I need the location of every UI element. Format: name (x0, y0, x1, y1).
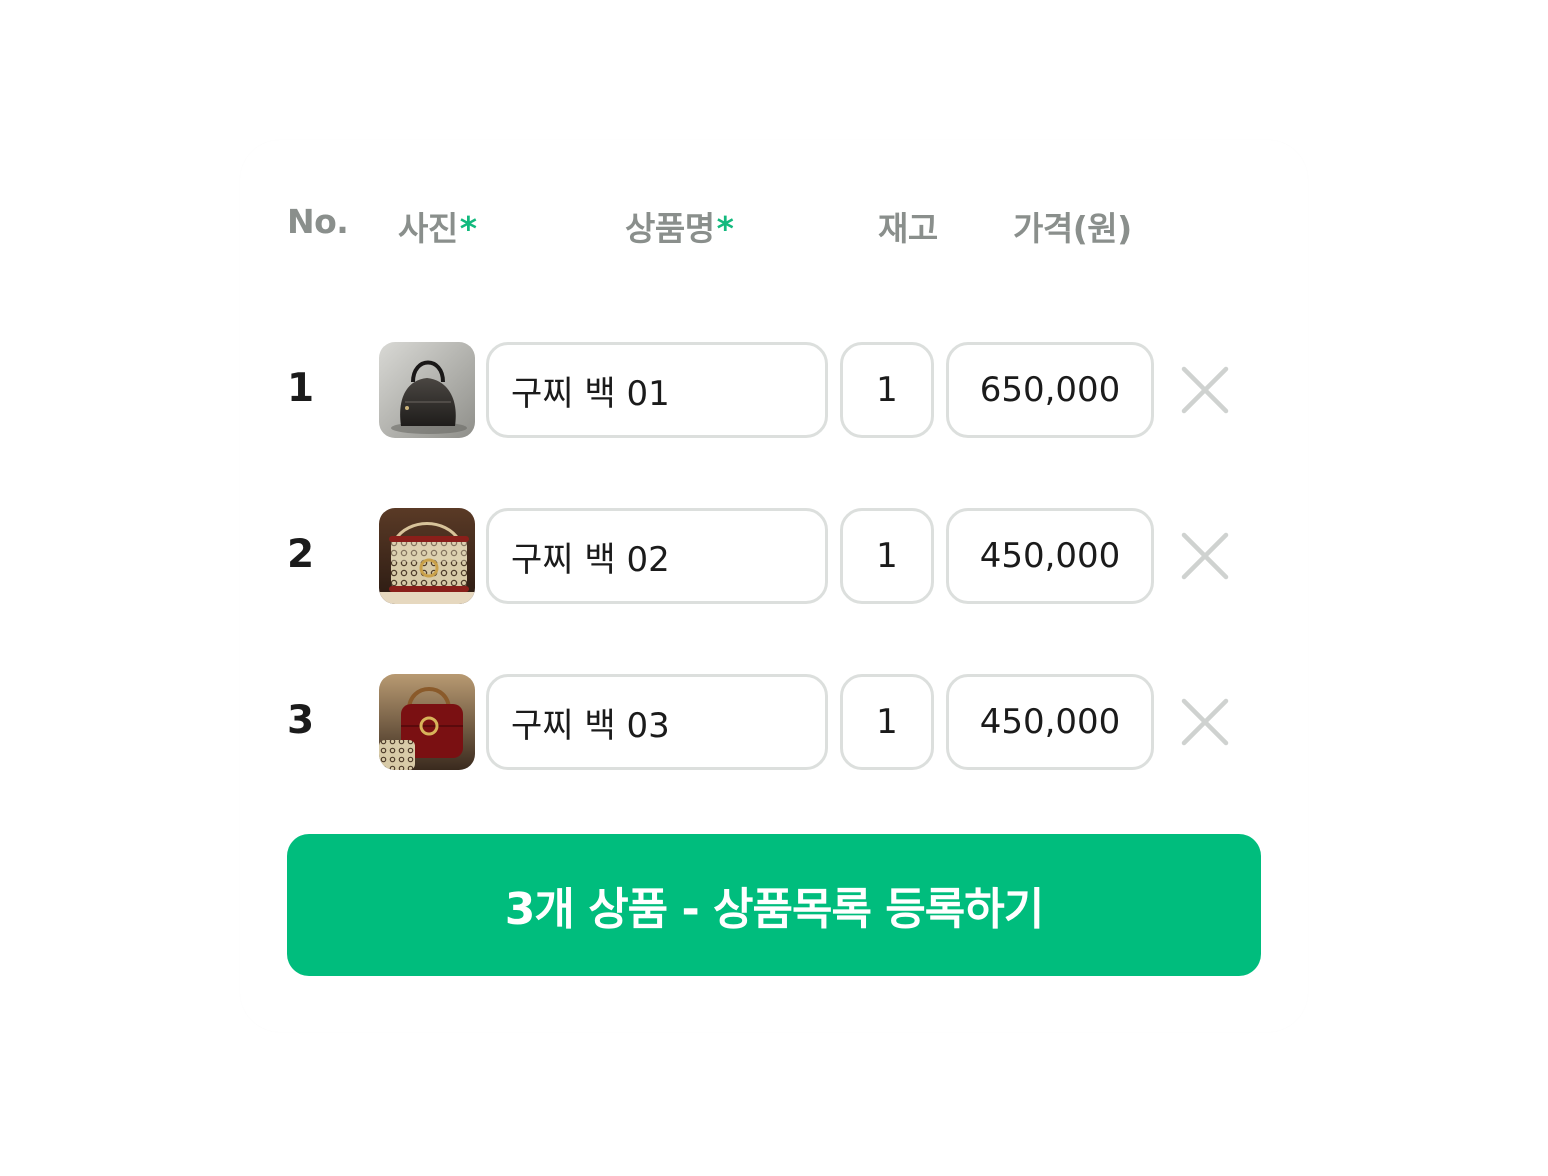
table-row: 3 (240, 674, 1308, 770)
price-input[interactable] (946, 508, 1154, 604)
black-handbag-photo[interactable] (379, 342, 475, 438)
table-row: 2 (240, 508, 1308, 604)
product-register-card: No. 사진* 상품명* 재고 가격(원) 1 구찌 백 01 1 650,00… (240, 140, 1308, 1032)
product-name-input[interactable] (486, 342, 828, 438)
register-products-label: 3개 상품 - 상품목록 등록하기 (504, 884, 1044, 935)
stock-input[interactable] (840, 674, 934, 770)
gg-monogram-bag-photo[interactable] (379, 508, 475, 604)
stock-input[interactable] (840, 508, 934, 604)
required-mark: * (716, 209, 734, 248)
required-mark: * (459, 209, 477, 248)
close-icon[interactable] (1178, 529, 1232, 583)
close-icon[interactable] (1178, 695, 1232, 749)
price-input[interactable] (946, 674, 1154, 770)
stock-input[interactable] (840, 342, 934, 438)
table-header: No. 사진* 상품명* 재고 가격(원) (240, 140, 1308, 310)
header-price: 가격(원) (1013, 209, 1132, 248)
header-name: 상품명* (625, 209, 734, 248)
row-number: 1 (287, 366, 315, 411)
product-name-input[interactable] (486, 674, 828, 770)
product-name-input[interactable] (486, 508, 828, 604)
header-no: No. (287, 202, 349, 241)
close-icon[interactable] (1178, 363, 1232, 417)
table-row: 1 (240, 342, 1308, 438)
header-photo: 사진* (398, 209, 477, 248)
red-velvet-bag-photo[interactable] (379, 674, 475, 770)
row-number: 2 (287, 532, 315, 577)
row-number: 3 (287, 698, 315, 743)
price-input[interactable] (946, 342, 1154, 438)
register-products-button[interactable]: 3개 상품 - 상품목록 등록하기 (287, 834, 1261, 976)
header-stock: 재고 (878, 209, 938, 248)
